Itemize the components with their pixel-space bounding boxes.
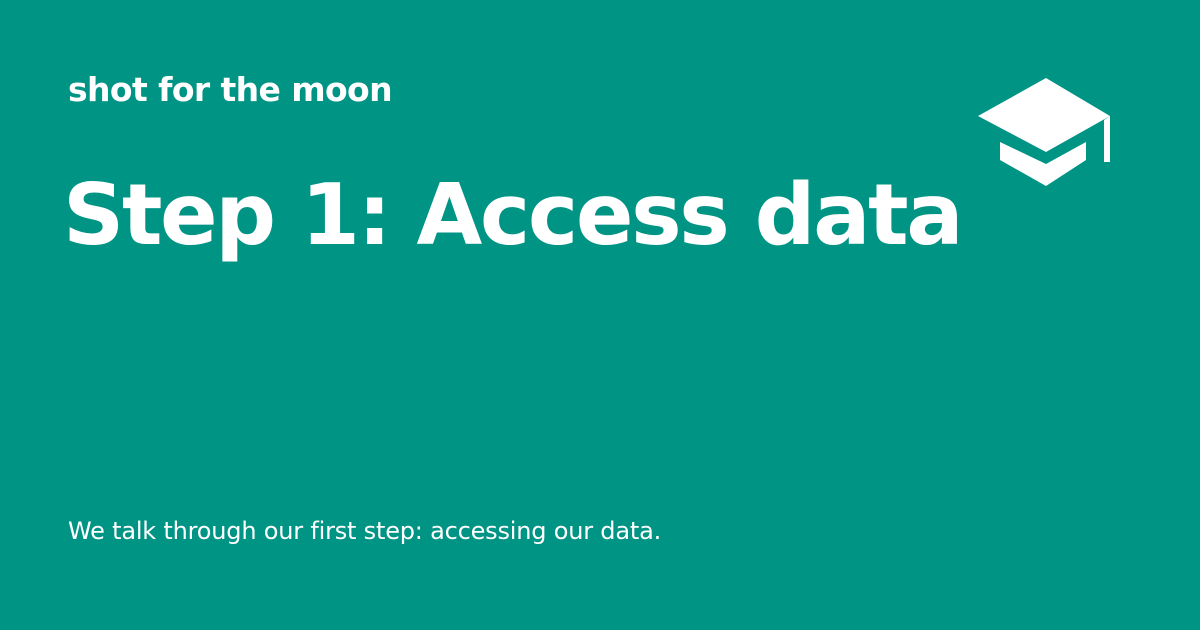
social-card: shot for the moon Step 1: Access data We…: [0, 0, 1200, 630]
page-title: Step 1: Access data: [63, 166, 964, 265]
page-description: We talk through our first step: accessin…: [68, 517, 661, 545]
graduation-cap-icon: [978, 78, 1110, 186]
site-name: shot for the moon: [68, 70, 393, 109]
